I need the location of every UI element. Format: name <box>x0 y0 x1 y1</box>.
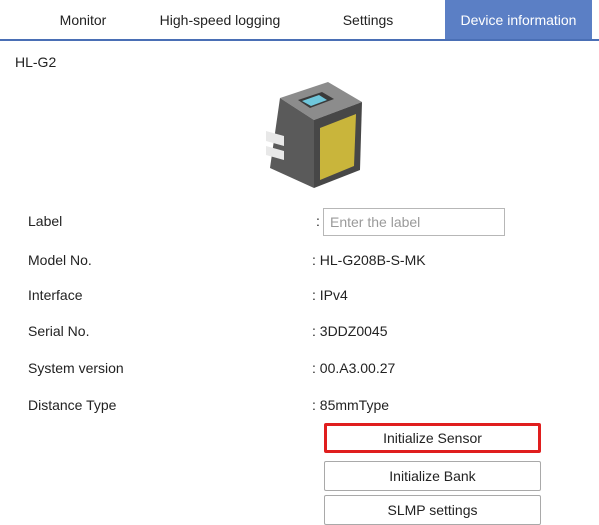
model-no-value: : HL-G208B-S-MK <box>312 252 426 268</box>
slmp-settings-button[interactable]: SLMP settings <box>324 495 541 525</box>
model-no-label: Model No. <box>28 252 92 268</box>
device-name: HL-G2 <box>15 54 57 70</box>
label-field-label: Label <box>28 213 63 229</box>
tab-high-speed-logging[interactable]: High-speed logging <box>140 0 300 39</box>
distance-type-label: Distance Type <box>28 397 117 413</box>
initialize-bank-button[interactable]: Initialize Bank <box>324 461 541 491</box>
system-version-value: : 00.A3.00.27 <box>312 360 396 376</box>
label-colon: : <box>316 213 320 229</box>
interface-value: : IPv4 <box>312 287 348 303</box>
tab-bar: Monitor High-speed logging Settings Devi… <box>0 0 599 41</box>
tab-monitor[interactable]: Monitor <box>38 0 128 39</box>
initialize-sensor-button[interactable]: Initialize Sensor <box>324 423 541 453</box>
distance-type-value: : 85mmType <box>312 397 390 413</box>
serial-no-label: Serial No. <box>28 323 90 339</box>
tab-device-information[interactable]: Device information <box>445 0 592 39</box>
interface-label: Interface <box>28 287 83 303</box>
tab-settings[interactable]: Settings <box>318 0 418 39</box>
label-input[interactable] <box>323 208 505 236</box>
serial-no-value: : 3DDZ0045 <box>312 323 388 339</box>
sensor-device-icon <box>266 82 362 188</box>
system-version-label: System version <box>28 360 124 376</box>
